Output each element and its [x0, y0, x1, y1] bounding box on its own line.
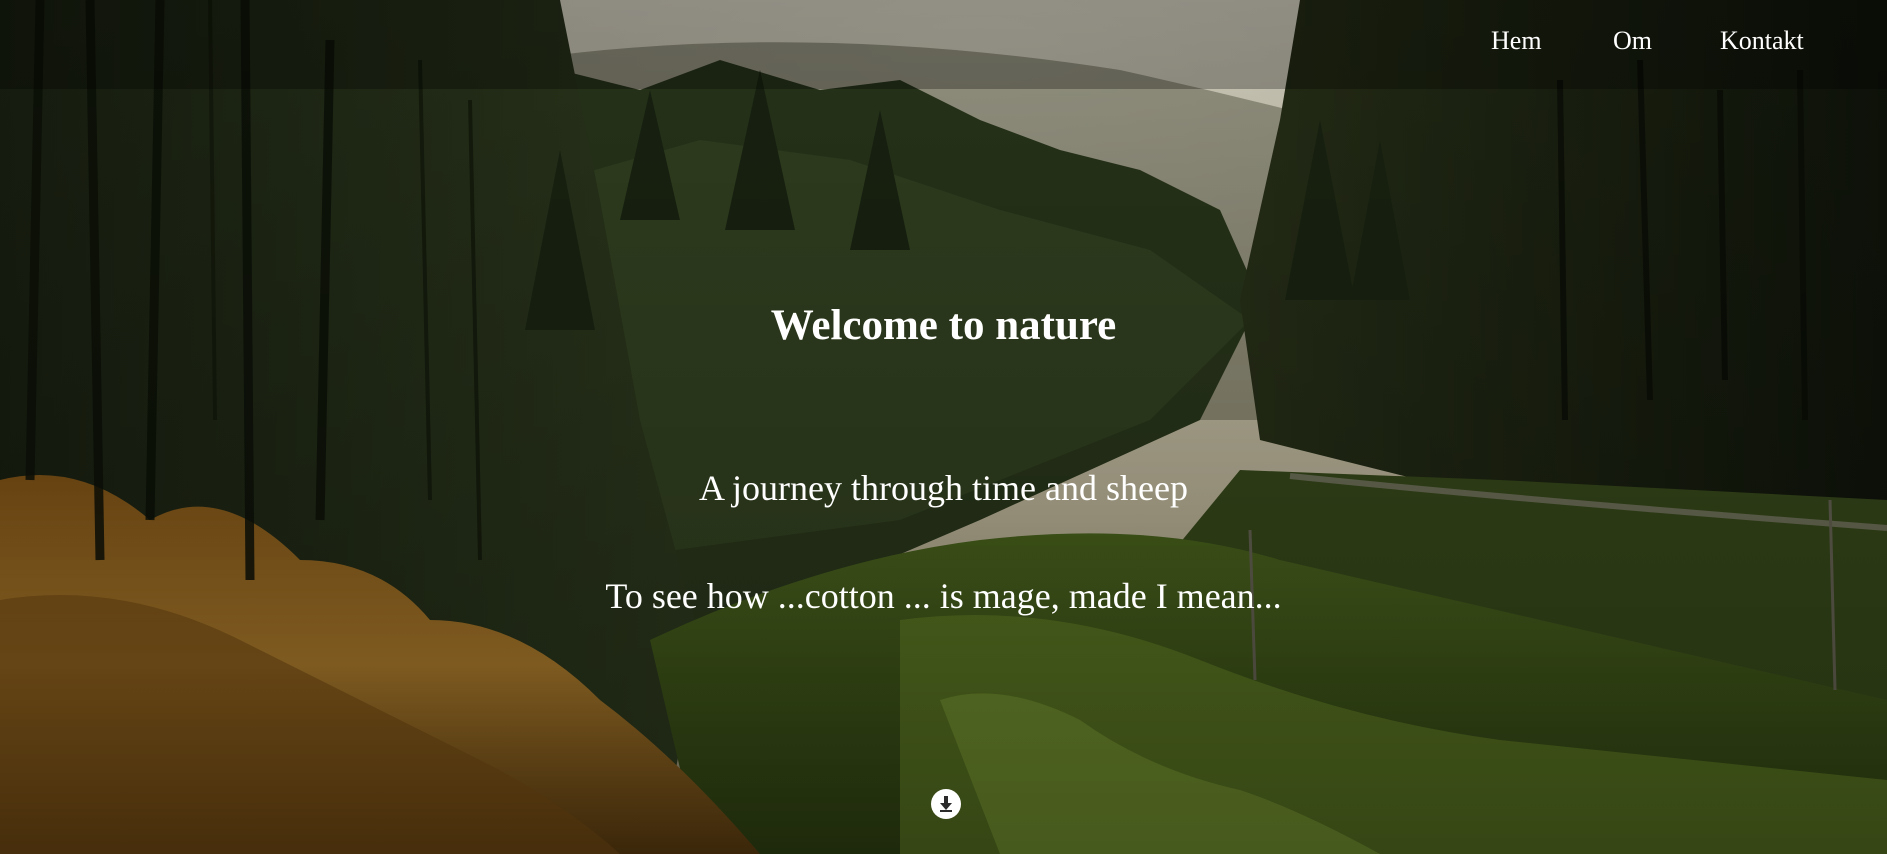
forest-background-image — [0, 0, 1887, 854]
hero-title: Welcome to nature — [770, 302, 1117, 349]
hero-subtitle: A journey through time and sheep — [699, 468, 1188, 508]
nav-link-kontakt[interactable]: Kontakt — [1720, 26, 1804, 56]
hero-tagline: To see how ...cotton ... is mage, made I… — [605, 576, 1282, 616]
top-navigation: Hem Om Kontakt — [0, 0, 1887, 89]
nav-link-hem[interactable]: Hem — [1491, 26, 1542, 56]
nav-link-om[interactable]: Om — [1613, 26, 1652, 56]
arrow-down-circle-icon — [940, 796, 952, 812]
scroll-down-button[interactable] — [931, 789, 961, 819]
hero-section: Hem Om Kontakt Welcome to nature A journ… — [0, 0, 1887, 854]
